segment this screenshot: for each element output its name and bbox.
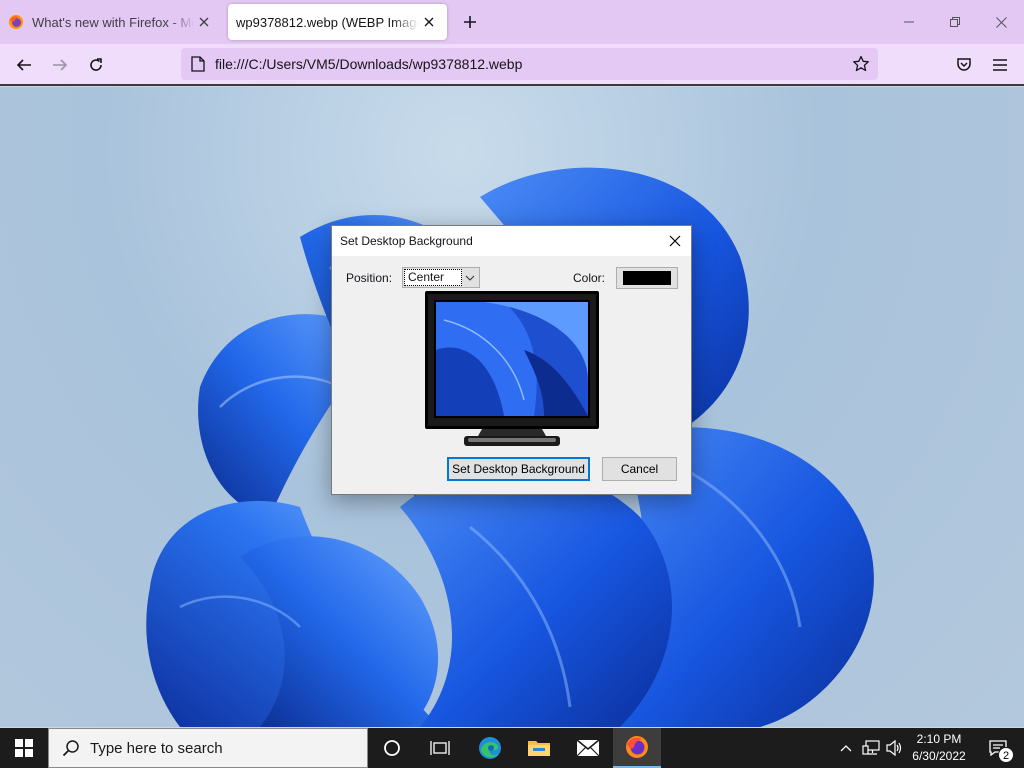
position-value: Center	[404, 269, 462, 286]
folder-icon	[528, 741, 550, 756]
chevron-down-icon	[462, 269, 478, 286]
color-picker-button[interactable]	[616, 267, 678, 289]
image-viewport: Set Desktop Background Position: Center …	[0, 87, 1024, 727]
navigation-toolbar	[0, 44, 1024, 86]
notification-count-badge: 2	[998, 747, 1014, 763]
tab-title: wp9378812.webp (WEBP Image, 384	[236, 14, 419, 30]
network-button[interactable]	[860, 728, 882, 768]
task-view-button[interactable]	[416, 728, 464, 768]
color-swatch	[623, 271, 671, 285]
reload-icon	[90, 58, 102, 71]
reload-button[interactable]	[81, 50, 111, 80]
taskbar-clock[interactable]: 2:10 PM 6/30/2022	[904, 731, 974, 765]
task-view-icon	[430, 741, 450, 755]
close-icon	[669, 235, 681, 247]
tab-whats-new[interactable]: What's new with Firefox - More	[0, 4, 222, 40]
dialog-title: Set Desktop Background	[340, 234, 473, 248]
hamburger-menu-icon	[993, 59, 1007, 71]
pocket-icon	[957, 58, 971, 71]
close-tab-icon[interactable]	[194, 12, 214, 32]
color-label: Color:	[573, 271, 606, 285]
mail-taskbar-button[interactable]	[564, 728, 612, 768]
bookmark-star-icon[interactable]	[850, 53, 872, 75]
file-explorer-taskbar-button[interactable]	[515, 728, 563, 768]
tab-webp-image[interactable]: wp9378812.webp (WEBP Image, 384	[228, 4, 447, 40]
taskbar-search-box[interactable]	[48, 728, 368, 768]
close-tab-icon[interactable]	[419, 12, 439, 32]
windows-logo-icon	[15, 739, 33, 757]
network-icon	[862, 740, 880, 755]
set-desktop-background-dialog: Set Desktop Background Position: Center …	[331, 225, 692, 495]
edge-taskbar-button[interactable]	[466, 728, 514, 768]
chevron-up-icon	[840, 745, 852, 752]
clock-time: 2:10 PM	[916, 732, 962, 746]
position-select[interactable]: Center	[402, 267, 480, 288]
back-button[interactable]	[9, 50, 39, 80]
dialog-titlebar: Set Desktop Background	[332, 226, 691, 256]
url-input[interactable]	[215, 48, 835, 80]
back-arrow-icon	[16, 59, 31, 71]
address-bar[interactable]	[181, 48, 878, 80]
set-desktop-background-button[interactable]: Set Desktop Background	[447, 457, 590, 481]
tab-title: What's new with Firefox - More	[32, 14, 194, 30]
start-button[interactable]	[0, 728, 48, 768]
menu-button[interactable]	[985, 50, 1015, 80]
cortana-button[interactable]	[368, 728, 416, 768]
show-hidden-icons-button[interactable]	[836, 728, 856, 768]
volume-button[interactable]	[884, 728, 906, 768]
edge-icon	[479, 737, 501, 759]
cortana-circle-icon	[384, 740, 400, 756]
search-icon	[62, 740, 79, 757]
tab-strip: What's new with Firefox - More wp9378812…	[0, 0, 1024, 44]
firefox-icon	[626, 736, 648, 758]
mail-icon	[576, 739, 600, 757]
firefox-icon	[9, 15, 23, 29]
clock-date: 6/30/2022	[912, 749, 966, 763]
action-center-button[interactable]: 2	[978, 728, 1018, 768]
pocket-button[interactable]	[949, 50, 979, 80]
position-label: Position:	[346, 271, 393, 285]
dialog-close-button[interactable]	[663, 229, 687, 253]
search-input[interactable]	[90, 739, 350, 757]
taskbar: 2:10 PM 6/30/2022 2	[0, 728, 1024, 768]
cancel-button[interactable]: Cancel	[602, 457, 677, 481]
speaker-icon	[886, 740, 902, 756]
new-tab-button[interactable]	[458, 10, 482, 34]
restore-button[interactable]	[932, 0, 978, 44]
minimize-button[interactable]	[886, 0, 932, 44]
monitor-preview	[425, 291, 599, 446]
firefox-taskbar-button[interactable]	[613, 728, 661, 768]
wallpaper-preview	[436, 302, 588, 416]
page-icon	[191, 56, 205, 72]
close-window-button[interactable]	[978, 0, 1024, 44]
forward-arrow-icon	[53, 59, 68, 71]
forward-button[interactable]	[45, 50, 75, 80]
